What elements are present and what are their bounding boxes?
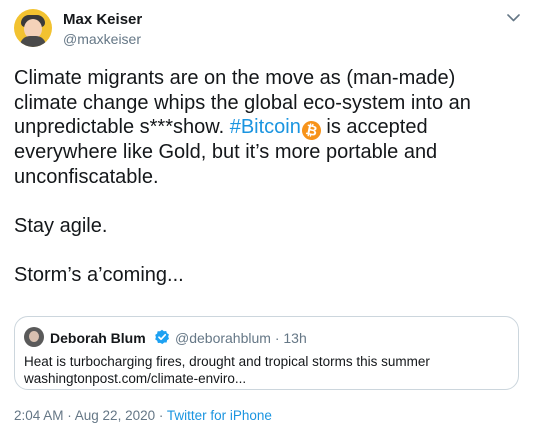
author-handle[interactable]: @maxkeiser bbox=[63, 31, 141, 47]
verified-badge-icon bbox=[154, 329, 170, 345]
tweet-line-text: unpredictable s***show. bbox=[14, 116, 230, 138]
tweet-text: Climate migrants are on the move as (man… bbox=[14, 66, 524, 287]
tweet-line: everywhere like Gold, but it’s more port… bbox=[14, 141, 438, 163]
tweet-line: unpredictable s***show. #Bitcoin ₿ is acc… bbox=[14, 115, 524, 142]
tweet-card: Max Keiser @maxkeiser Climate migrants a… bbox=[0, 0, 533, 438]
quoted-tweet-text: Heat is turbocharging fires, drought and… bbox=[24, 354, 430, 369]
quoted-tweet-link[interactable]: washingtonpost.com/climate-enviro... bbox=[24, 370, 246, 387]
quoted-author-name: Deborah Blum bbox=[50, 330, 146, 346]
tweet-line-text: is accepted bbox=[320, 116, 428, 138]
author-name[interactable]: Max Keiser bbox=[63, 11, 142, 28]
tweet-meta: 2:04 AM · Aug 22, 2020 · Twitter for iPh… bbox=[14, 408, 272, 423]
author-avatar[interactable] bbox=[14, 9, 52, 47]
hashtag-bitcoin-link[interactable]: #Bitcoin bbox=[230, 116, 301, 138]
quoted-author-avatar bbox=[24, 327, 44, 347]
quoted-tweet[interactable]: Deborah Blum @deborahblum · 13h Heat is … bbox=[14, 316, 519, 390]
tweet-timestamp[interactable]: 2:04 AM · Aug 22, 2020 · bbox=[14, 408, 167, 423]
tweet-paragraph: Storm’s a’coming... bbox=[14, 263, 184, 286]
bitcoin-icon: ₿ bbox=[300, 119, 323, 142]
tweet-source-link[interactable]: Twitter for iPhone bbox=[167, 408, 272, 423]
tweet-line: unconfiscatable. bbox=[14, 165, 159, 188]
tweet-paragraph: Stay agile. bbox=[14, 214, 108, 237]
quoted-author-handle-time: @deborahblum · 13h bbox=[175, 330, 307, 346]
tweet-line: climate change whips the global eco-syst… bbox=[14, 91, 471, 114]
chevron-down-icon[interactable] bbox=[506, 13, 520, 23]
tweet-line: Climate migrants are on the move as (man… bbox=[14, 67, 456, 89]
